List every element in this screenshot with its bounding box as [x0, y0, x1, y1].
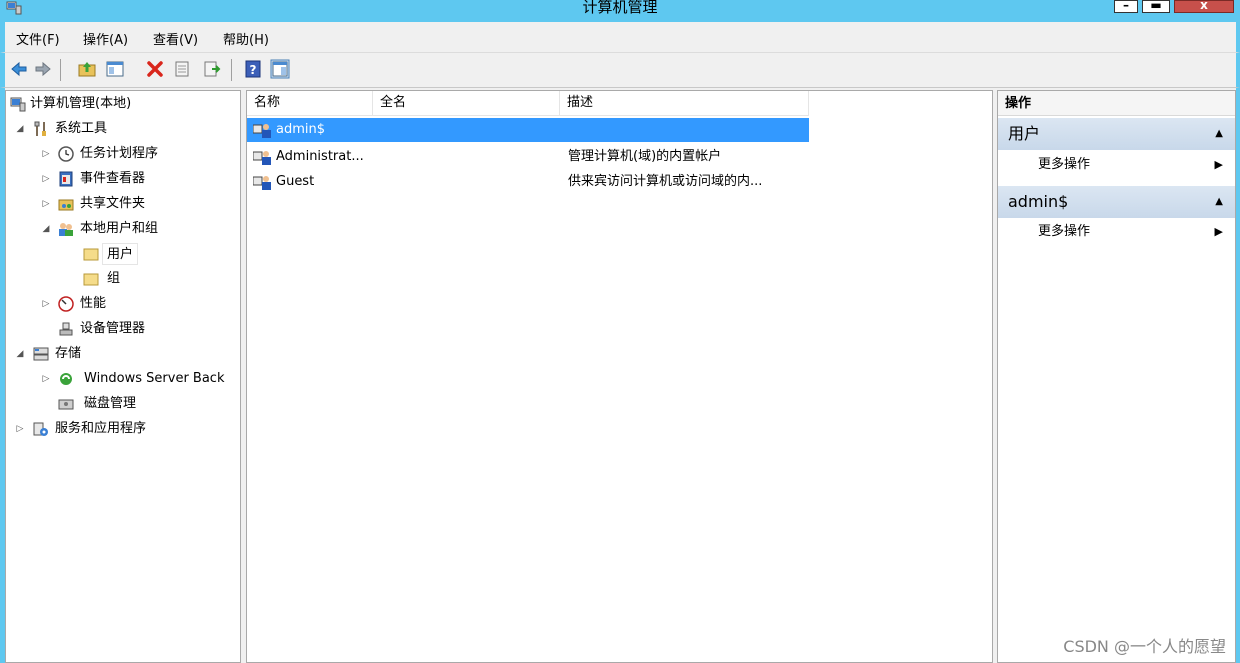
folder-icon — [83, 273, 99, 286]
menu-action[interactable]: 操作(A) — [83, 29, 128, 48]
column-header-name[interactable]: 名称 — [247, 91, 373, 116]
user-name: Guest — [276, 174, 315, 189]
services-icon — [33, 422, 48, 436]
expanded-arrow-icon[interactable]: ◢ — [15, 118, 25, 140]
list-row-admin[interactable]: admin$ — [247, 118, 809, 142]
minimize-button[interactable]: – — [1114, 0, 1138, 13]
action-pane-header: 操作 — [998, 91, 1235, 116]
menu-bar: 文件(F) 操作(A) 查看(V) 帮助(H) — [0, 22, 1240, 52]
close-button[interactable]: x — [1174, 0, 1234, 13]
storage-icon — [33, 347, 49, 361]
action-section-admin[interactable]: admin$ ▲ — [998, 186, 1235, 218]
user-icon — [253, 151, 271, 165]
user-name: Administrat... — [276, 149, 364, 164]
user-description: 管理计算机(域)的内置帐户 — [568, 149, 722, 164]
svg-text:?: ? — [250, 63, 257, 77]
watermark: CSDN @一个人的愿望 — [1063, 637, 1226, 656]
action-pane: 操作 用户 ▲ 更多操作 ▶ admin$ ▲ 更多操作 ▶ — [997, 90, 1236, 663]
forward-arrow-icon[interactable] — [33, 59, 53, 79]
collapsed-arrow-icon[interactable]: ▷ — [41, 168, 51, 190]
action-more-actions-users[interactable]: 更多操作 ▶ — [998, 152, 1235, 178]
clock-icon — [58, 146, 74, 162]
performance-icon — [58, 296, 74, 312]
console-tree-pane: 计算机管理(本地) ◢ 系统工具 ▷ 任务计划程序 ▷ 事件查看器 ▷ 共享文件… — [5, 90, 241, 663]
computer-management-icon — [10, 97, 26, 112]
users-group-icon — [59, 223, 73, 236]
list-row-administrator[interactable]: Administrat... 管理计算机(域)的内置帐户 — [247, 145, 809, 169]
collapsed-arrow-icon[interactable]: ▷ — [41, 368, 51, 390]
column-header-fullname[interactable]: 全名 — [373, 91, 560, 116]
window-title: 计算机管理 — [582, 0, 658, 16]
shared-folder-icon — [58, 199, 74, 211]
user-description: 供来宾访问计算机或访问域的内... — [568, 174, 763, 189]
help-icon[interactable]: ? — [243, 59, 263, 79]
expanded-arrow-icon[interactable]: ◢ — [15, 343, 25, 365]
window-frame-right — [1236, 88, 1240, 663]
collapse-triangle-icon[interactable]: ▲ — [1215, 186, 1223, 218]
maximize-button[interactable]: ▬ — [1142, 0, 1170, 13]
export-list-icon[interactable] — [202, 59, 222, 79]
up-folder-icon[interactable] — [77, 59, 97, 79]
submenu-arrow-icon: ▶ — [1214, 158, 1223, 171]
delete-icon[interactable] — [145, 59, 165, 79]
tools-icon — [34, 121, 46, 136]
collapsed-arrow-icon[interactable]: ▷ — [15, 418, 25, 440]
column-header-description[interactable]: 描述 — [560, 91, 809, 116]
backup-icon — [60, 373, 72, 385]
event-viewer-icon — [59, 171, 73, 187]
show-action-pane-icon[interactable] — [270, 59, 290, 79]
list-header: 名称 全名 描述 — [247, 91, 809, 116]
menu-file[interactable]: 文件(F) — [16, 29, 60, 48]
collapsed-arrow-icon[interactable]: ▷ — [41, 193, 51, 215]
disk-icon — [58, 399, 74, 410]
user-icon — [253, 124, 271, 138]
collapsed-arrow-icon[interactable]: ▷ — [41, 143, 51, 165]
user-icon — [253, 176, 271, 190]
device-manager-icon — [59, 322, 73, 336]
back-arrow-icon[interactable] — [9, 59, 29, 79]
toolbar: ? — [0, 52, 1240, 88]
collapse-triangle-icon[interactable]: ▲ — [1215, 118, 1223, 150]
expanded-arrow-icon[interactable]: ◢ — [41, 218, 51, 240]
properties-icon[interactable] — [172, 59, 192, 79]
title-bar: 计算机管理 – ▬ x — [0, 0, 1240, 22]
submenu-arrow-icon: ▶ — [1214, 225, 1223, 238]
action-section-users[interactable]: 用户 ▲ — [998, 118, 1235, 150]
folder-icon — [83, 248, 99, 261]
menu-view[interactable]: 查看(V) — [153, 29, 198, 48]
show-hide-tree-icon[interactable] — [105, 59, 125, 79]
collapsed-arrow-icon[interactable]: ▷ — [41, 293, 51, 315]
action-more-actions-admin[interactable]: 更多操作 ▶ — [998, 219, 1235, 245]
menu-help[interactable]: 帮助(H) — [223, 29, 269, 48]
user-list-pane: 名称 全名 描述 admin$ Administrat... 管理计算机(域)的… — [246, 90, 993, 663]
user-name: admin$ — [276, 122, 326, 137]
list-row-guest[interactable]: Guest 供来宾访问计算机或访问域的内... — [247, 170, 809, 194]
